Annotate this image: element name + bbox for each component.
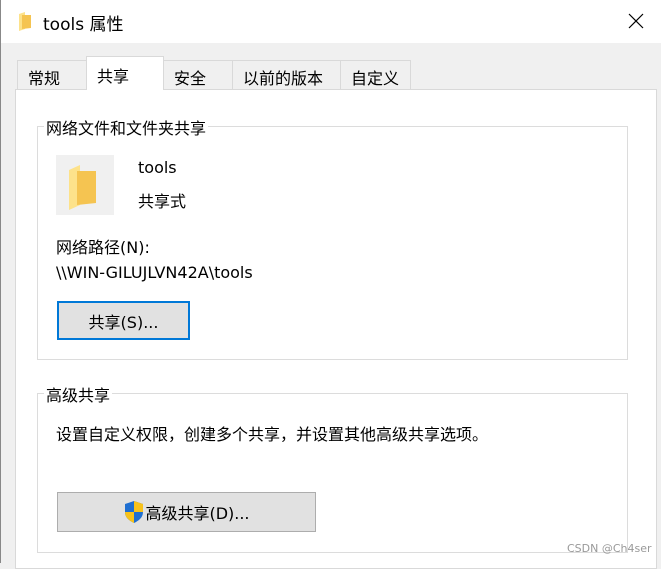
tab-previous-versions[interactable]: 以前的版本 — [232, 60, 341, 89]
network-path-label: 网络路径(N): — [56, 238, 150, 257]
advanced-sharing-description: 设置自定义权限，创建多个共享，并设置其他高级共享选项。 — [56, 425, 489, 444]
folder-icon — [19, 12, 31, 31]
advanced-sharing-button[interactable]: 高级共享(D)... — [57, 492, 316, 532]
window-title: tools 属性 — [43, 15, 124, 35]
title-bar: tools 属性 — [1, 0, 661, 43]
uac-shield-icon — [125, 501, 144, 523]
tab-sharing[interactable]: 共享 — [86, 56, 164, 90]
button-label: 高级共享(D)... — [145, 504, 250, 523]
tab-label: 自定义 — [351, 69, 400, 88]
network-path-value: \\WIN-GILUJLVN42A\tools — [56, 263, 253, 282]
group-title: 网络文件和文件夹共享 — [44, 115, 209, 139]
tab-general[interactable]: 常规 — [17, 60, 87, 89]
folder-name: tools — [138, 158, 177, 177]
watermark: CSDN @Ch4ser — [567, 542, 652, 555]
share-button[interactable]: 共享(S)... — [57, 301, 190, 340]
share-status: 共享式 — [138, 192, 187, 211]
button-label: 共享(S)... — [88, 312, 159, 332]
tab-label: 共享 — [97, 67, 130, 86]
tab-label: 安全 — [174, 69, 207, 88]
group-title: 高级共享 — [44, 382, 113, 406]
tab-label: 以前的版本 — [243, 69, 324, 88]
folder-icon — [56, 155, 114, 215]
tab-label: 常规 — [28, 69, 61, 88]
tab-customize[interactable]: 自定义 — [340, 60, 411, 89]
close-icon[interactable] — [621, 6, 651, 36]
tab-security[interactable]: 安全 — [163, 60, 233, 89]
